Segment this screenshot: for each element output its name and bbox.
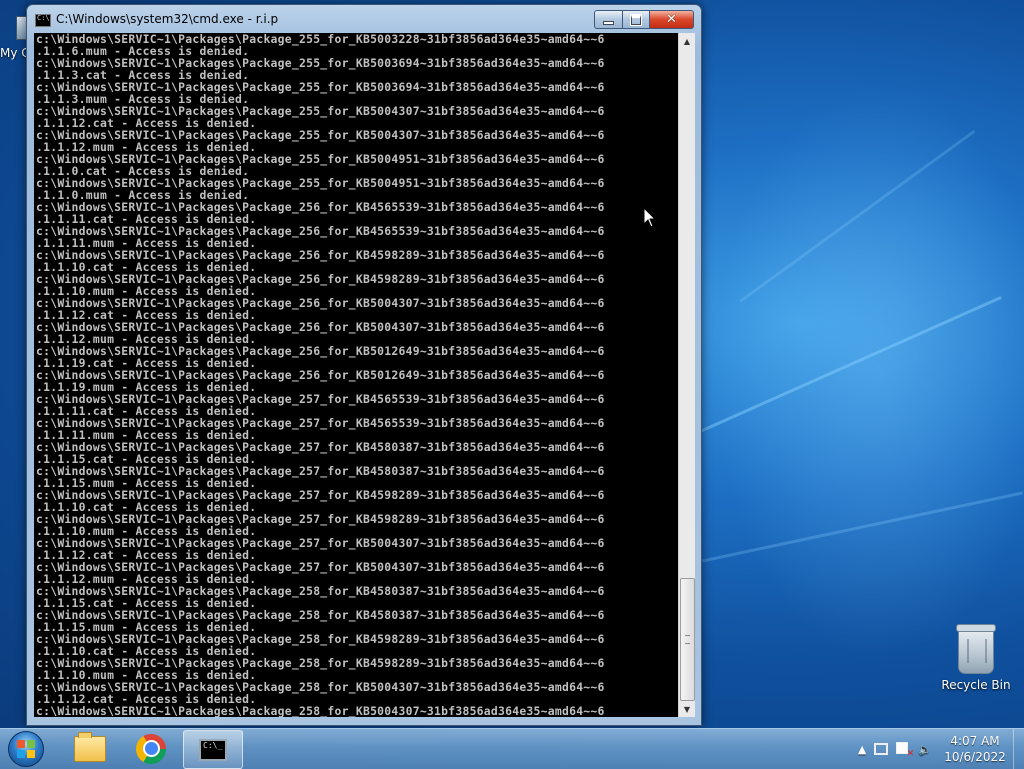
grip-icon xyxy=(685,635,690,644)
system-tray: ▲ 🔈 xyxy=(858,729,932,769)
clock-time: 4:07 AM xyxy=(950,734,1000,748)
volume-icon[interactable]: 🔈 xyxy=(918,743,932,756)
vertical-scrollbar[interactable]: ▲ ▼ xyxy=(678,33,695,717)
caption-buttons: ✕ xyxy=(594,10,694,29)
cmd-icon: C:\_ xyxy=(199,738,227,761)
show-hidden-icons-button[interactable]: ▲ xyxy=(858,743,866,756)
console-lines: c:\Windows\SERVIC~1\Packages\Package_255… xyxy=(34,33,678,717)
maximize-icon xyxy=(630,13,642,26)
taskbar: C:\_ ▲ 🔈 4:07 AM 10/6/2022 xyxy=(0,728,1024,769)
console-line: c:\Windows\SERVIC~1\Packages\Package_258… xyxy=(36,704,605,717)
windows-start-orb-icon xyxy=(8,731,44,767)
start-button[interactable] xyxy=(6,731,46,767)
console-output[interactable]: c:\Windows\SERVIC~1\Packages\Package_255… xyxy=(34,33,678,717)
close-icon: ✕ xyxy=(666,12,677,27)
minimize-icon xyxy=(603,21,614,25)
scrollbar-thumb[interactable] xyxy=(680,578,695,701)
scroll-down-arrow-icon[interactable]: ▼ xyxy=(679,701,695,717)
network-icon[interactable] xyxy=(874,743,889,755)
window-titlebar[interactable]: C:\Windows\system32\cmd.exe - r.i.p ✕ xyxy=(27,5,701,33)
close-button[interactable]: ✕ xyxy=(650,10,694,29)
recycle-bin-icon xyxy=(956,624,996,674)
scroll-up-arrow-icon[interactable]: ▲ xyxy=(679,33,695,49)
show-desktop-button[interactable] xyxy=(1013,729,1024,769)
window-title: C:\Windows\system32\cmd.exe - r.i.p xyxy=(56,12,279,26)
taskbar-cmd-button[interactable]: C:\_ xyxy=(183,730,243,769)
cmd-window[interactable]: C:\Windows\system32\cmd.exe - r.i.p ✕ c:… xyxy=(26,4,702,726)
chrome-icon xyxy=(136,733,166,764)
clock-date: 10/6/2022 xyxy=(944,750,1006,764)
clock[interactable]: 4:07 AM 10/6/2022 xyxy=(940,733,1010,765)
maximize-button[interactable] xyxy=(623,10,650,29)
taskbar-explorer-button[interactable] xyxy=(61,730,119,767)
desktop-icon-recycle-bin[interactable]: Recycle Bin xyxy=(940,624,1012,692)
desktop-icon-label: Recycle Bin xyxy=(941,678,1011,692)
action-center-flag-icon[interactable] xyxy=(896,742,914,759)
wallpaper-glow xyxy=(700,60,1024,680)
minimize-button[interactable] xyxy=(594,10,623,29)
taskbar-chrome-button[interactable] xyxy=(122,730,180,767)
cmd-icon[interactable] xyxy=(35,14,51,27)
explorer-folder-icon xyxy=(74,731,106,762)
